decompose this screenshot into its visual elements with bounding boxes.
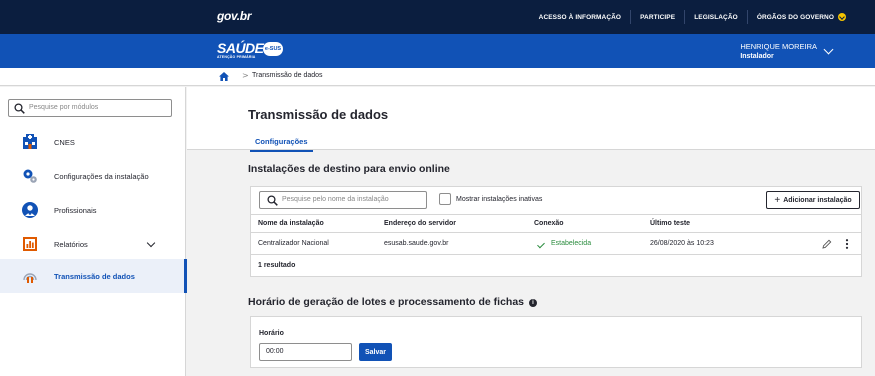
gov-top-bar: gov.br ACESSO À INFORMAÇÃO PARTICIPE LEG…	[0, 0, 875, 34]
cell-server: esusab.saude.gov.br	[384, 240, 449, 247]
schedule-title-row: Horário de geração de lotes e processame…	[248, 296, 538, 308]
settings-gears-icon	[23, 169, 37, 183]
sidebar-item-label: Transmissão de dados	[54, 271, 135, 281]
search-icon	[14, 103, 25, 114]
destinations-card: Pesquise pelo nome da instalação Mostrar…	[250, 186, 862, 277]
search-icon	[267, 195, 278, 206]
time-field-label: Horário	[259, 330, 284, 337]
result-count: 1 resultado	[258, 262, 296, 269]
module-search-placeholder: Pesquise por módulos	[29, 104, 99, 111]
chevron-down-icon[interactable]	[146, 238, 156, 248]
user-menu[interactable]: HENRIQUE MOREIRA Instalador	[740, 42, 817, 60]
sidebar-item-configuracoes[interactable]: Configurações da instalação	[0, 159, 186, 193]
schedule-title: Horário de geração de lotes e processame…	[248, 296, 525, 308]
brand-title: SAÚDE	[217, 40, 264, 56]
show-inactive-checkbox[interactable]	[439, 193, 451, 205]
gov-link-legislacao[interactable]: LEGISLAÇÃO	[684, 10, 747, 24]
save-button[interactable]: Salvar	[359, 343, 392, 361]
sidebar-item-transmissao[interactable]: Transmissão de dados	[0, 259, 187, 293]
gov-links: ACESSO À INFORMAÇÃO PARTICIPE LEGISLAÇÃO…	[530, 0, 855, 34]
gov-link-orgaos[interactable]: ÓRGÃOS DO GOVERNO	[746, 10, 855, 24]
show-inactive-label: Mostrar instalações inativas	[456, 196, 543, 203]
installation-search-input[interactable]: Pesquise pelo nome da instalação	[259, 191, 427, 209]
breadcrumb: > Transmissão de dados	[0, 68, 875, 86]
tab-configuracoes[interactable]: Configurações	[250, 137, 313, 152]
sidebar: Pesquise por módulos CNES Configurações …	[0, 87, 187, 376]
gov-link-acesso[interactable]: ACESSO À INFORMAÇÃO	[530, 10, 630, 24]
page-header: Transmissão de dados Configurações	[187, 87, 875, 152]
column-header-connection[interactable]: Conexão	[534, 220, 564, 227]
module-search-input[interactable]: Pesquise por módulos	[8, 99, 172, 117]
add-installation-label: Adicionar instalação	[783, 196, 852, 204]
user-name: HENRIQUE MOREIRA	[740, 42, 817, 51]
chevron-down-icon[interactable]	[823, 44, 834, 55]
more-options-icon[interactable]	[845, 239, 849, 249]
report-chart-icon	[23, 237, 37, 251]
table-row: Centralizador Nacional esusab.saude.gov.…	[251, 233, 861, 255]
table-header: Nome da instalação Endereço do servidor …	[251, 214, 861, 233]
gov-link-orgaos-label: ÓRGÃOS DO GOVERNO	[756, 13, 834, 21]
sidebar-item-label: CNES	[54, 137, 75, 147]
app-header: SAÚDE ATENÇÃO PRIMÁRIA e-SUS HENRIQUE MO…	[0, 34, 875, 68]
info-icon[interactable]: i	[529, 299, 538, 307]
sidebar-item-label: Configurações da instalação	[54, 171, 149, 181]
breadcrumb-separator: >	[242, 71, 249, 80]
cell-name: Centralizador Nacional	[258, 240, 329, 247]
chevron-down-icon	[838, 13, 846, 21]
home-icon[interactable]	[219, 72, 229, 81]
installation-search-placeholder: Pesquise pelo nome da instalação	[282, 196, 389, 203]
column-header-name[interactable]: Nome da instalação	[258, 220, 324, 227]
govbr-logo[interactable]: gov.br	[217, 9, 252, 23]
user-role: Instalador	[740, 53, 774, 60]
cell-connection-status: Estabelecida	[551, 240, 592, 247]
sidebar-item-profissionais[interactable]: Profissionais	[0, 193, 186, 227]
sidebar-item-label: Profissionais	[54, 205, 97, 215]
cnes-icon	[23, 134, 37, 149]
destinations-title: Instalações de destino para envio online	[248, 163, 450, 175]
column-header-last-test[interactable]: Último teste	[650, 220, 690, 227]
gov-link-participe[interactable]: PARTICIPE	[630, 10, 684, 24]
breadcrumb-current: Transmissão de dados	[252, 72, 323, 79]
check-icon	[537, 240, 545, 249]
plus-icon: +	[774, 194, 781, 206]
sidebar-item-cnes[interactable]: CNES	[0, 125, 186, 159]
add-installation-button[interactable]: + Adicionar instalação	[766, 191, 860, 209]
sidebar-item-relatorios[interactable]: Relatórios	[0, 227, 186, 261]
saude-logo[interactable]: SAÚDE ATENÇÃO PRIMÁRIA	[217, 40, 264, 59]
time-input[interactable]: 00:00	[259, 343, 352, 361]
esus-badge: e-SUS	[263, 42, 283, 56]
transmission-icon	[23, 273, 37, 283]
cell-last-test: 26/08/2020 às 10:23	[650, 240, 714, 247]
pencil-icon[interactable]	[822, 239, 832, 249]
professional-icon	[22, 202, 38, 218]
column-header-server[interactable]: Endereço do servidor	[384, 220, 456, 227]
page-title: Transmissão de dados	[248, 107, 389, 122]
sidebar-item-label: Relatórios	[54, 239, 88, 249]
schedule-card: Horário 00:00 Salvar	[250, 316, 862, 368]
